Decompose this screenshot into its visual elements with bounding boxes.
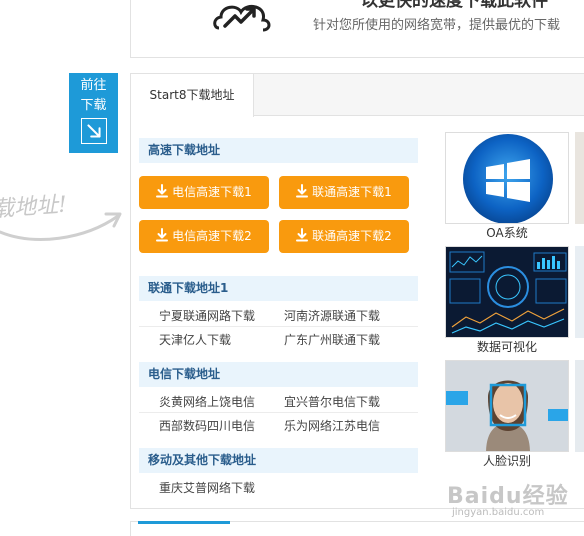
arrow-down-right-icon	[80, 118, 107, 144]
button-label: 电信高速下载1	[172, 185, 252, 199]
tab-bar: Start8下载地址	[131, 74, 584, 117]
unicom-fast-download-1-button[interactable]: 联通高速下载1	[279, 176, 409, 209]
download-icon	[156, 228, 169, 242]
download-link[interactable]: 天津亿人下载	[159, 331, 231, 348]
face-recognition-thumbnail[interactable]	[445, 360, 569, 452]
scribble-text: 载地址!	[0, 192, 68, 223]
oa-system-thumbnail[interactable]	[445, 132, 569, 224]
fast-download-heading: 高速下载地址	[139, 138, 418, 163]
download-link[interactable]: 重庆艾普网络下载	[159, 479, 255, 496]
mobile-download-heading: 移动及其他下载地址	[139, 448, 418, 473]
partial-thumbnail	[575, 246, 584, 338]
face-recognition-image	[446, 361, 568, 451]
tab-start8-download[interactable]: Start8下载地址	[131, 74, 254, 117]
button-label: 电信高速下载2	[172, 229, 252, 243]
download-icon	[156, 184, 169, 198]
data-visualization-thumbnail[interactable]	[445, 246, 569, 338]
speed-banner: 以更快的速度下载此软件 针对您所使用的网络宽带，提供最优的下载	[130, 0, 584, 58]
telecom-fast-download-2-button[interactable]: 电信高速下载2	[139, 220, 269, 253]
download-icon	[296, 228, 309, 242]
cloud-speed-icon	[213, 4, 271, 32]
download-link[interactable]: 河南济源联通下载	[284, 307, 380, 324]
dashboard-image	[446, 247, 568, 337]
telecom-fast-download-1-button[interactable]: 电信高速下载1	[139, 176, 269, 209]
baidu-watermark: Baidu经验	[447, 484, 569, 509]
baidu-watermark-url: jingyan.baidu.com	[452, 507, 545, 518]
download-link[interactable]: 宁夏联通网路下载	[159, 307, 255, 324]
button-label: 联通高速下载2	[312, 229, 392, 243]
download-link[interactable]: 广东广州联通下载	[284, 331, 380, 348]
unicom-download-heading: 联通下载地址1	[139, 276, 418, 301]
download-link[interactable]: 乐为网络江苏电信	[284, 417, 380, 434]
thumbnail-caption[interactable]: 数据可视化	[445, 338, 569, 355]
partial-thumbnail	[575, 132, 584, 224]
go-download-line2: 下载	[80, 98, 107, 113]
download-panel: Start8下载地址 高速下载地址 电信高速下载1 联通高速下载1 电信高速下载…	[130, 73, 584, 509]
download-icon	[296, 184, 309, 198]
download-link[interactable]: 宜兴普尔电信下载	[284, 393, 380, 410]
go-download-line1: 前往	[80, 78, 107, 93]
divider	[139, 412, 418, 413]
thumbnail-caption[interactable]: 人脸识别	[445, 452, 569, 469]
tab-accent	[138, 521, 230, 524]
banner-subtext: 针对您所使用的网络宽带，提供最优的下载	[313, 18, 561, 33]
download-page: 以更快的速度下载此软件 针对您所使用的网络宽带，提供最优的下载 载地址! 前往 …	[0, 0, 584, 536]
telecom-download-heading: 电信下载地址	[139, 362, 418, 387]
unicom-fast-download-2-button[interactable]: 联通高速下载2	[279, 220, 409, 253]
thumbnail-caption[interactable]: OA系统	[445, 224, 569, 241]
partial-thumbnail	[575, 360, 584, 452]
download-link[interactable]: 西部数码四川电信	[159, 417, 255, 434]
divider	[139, 326, 418, 327]
button-label: 联通高速下载1	[312, 185, 392, 199]
go-download-tab[interactable]: 前往 下载	[69, 73, 118, 153]
download-link[interactable]: 炎黄网络上饶电信	[159, 393, 255, 410]
banner-heading: 以更快的速度下载此软件	[361, 0, 548, 11]
windows-logo-icon	[463, 134, 553, 223]
